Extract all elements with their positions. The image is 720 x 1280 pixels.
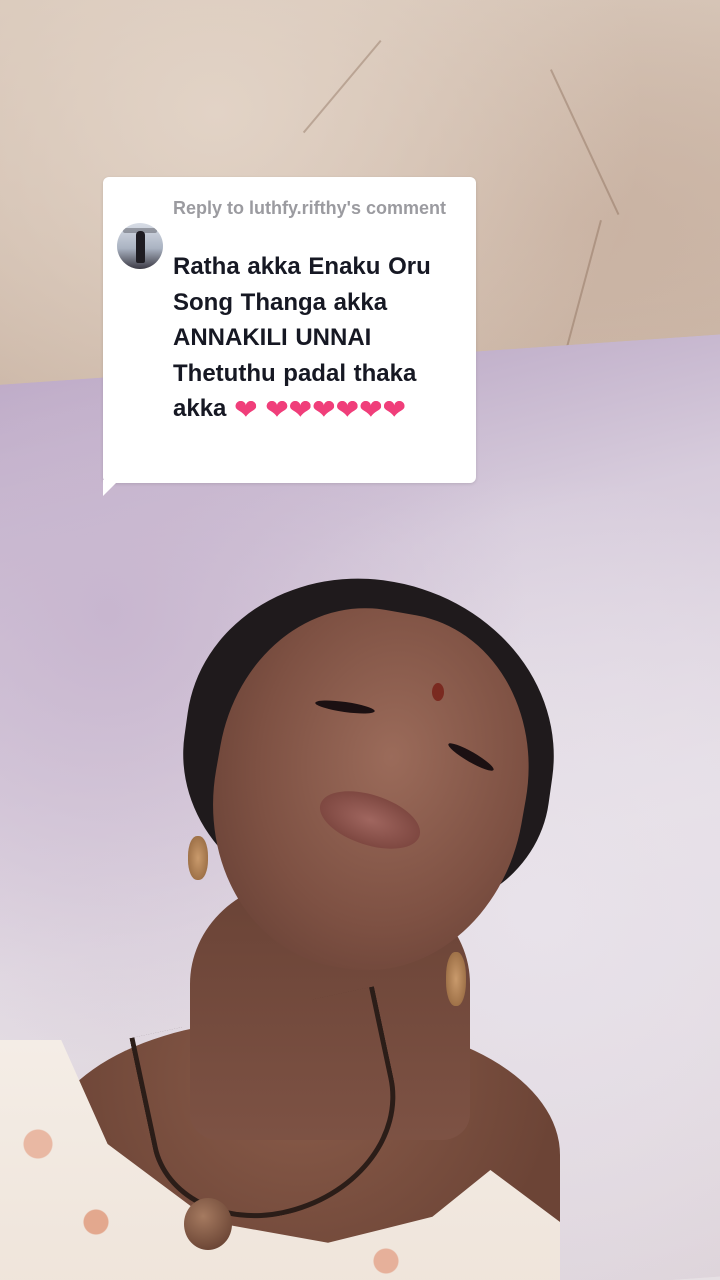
person-pendant (184, 1198, 232, 1250)
heart-icon: ❤ (382, 393, 407, 426)
reply-header: Reply to luthfy.rifthy's comment (173, 198, 446, 218)
video-frame[interactable]: Reply to luthfy.rifthy's comment Ratha a… (0, 0, 720, 1280)
heart-icon: ❤ (234, 393, 258, 426)
heart-icon: ❤ (335, 393, 360, 426)
heart-icon: ❤ (359, 393, 383, 426)
reply-comment-sticker[interactable]: Reply to luthfy.rifthy's comment Ratha a… (103, 177, 476, 483)
person-bindi (432, 683, 444, 701)
reply-sticker-tail (103, 480, 119, 496)
reply-comment-text: Ratha akka Enaku Oru Song Thanga akka AN… (173, 249, 463, 427)
heart-icon: ❤ (312, 393, 336, 426)
person-earring-right (446, 952, 466, 1006)
person-earring-left (188, 836, 208, 880)
commenter-avatar[interactable] (117, 223, 163, 269)
heart-icon: ❤ (265, 393, 289, 426)
avatar-photo-figure (136, 231, 145, 263)
heart-icon: ❤ (288, 393, 313, 426)
